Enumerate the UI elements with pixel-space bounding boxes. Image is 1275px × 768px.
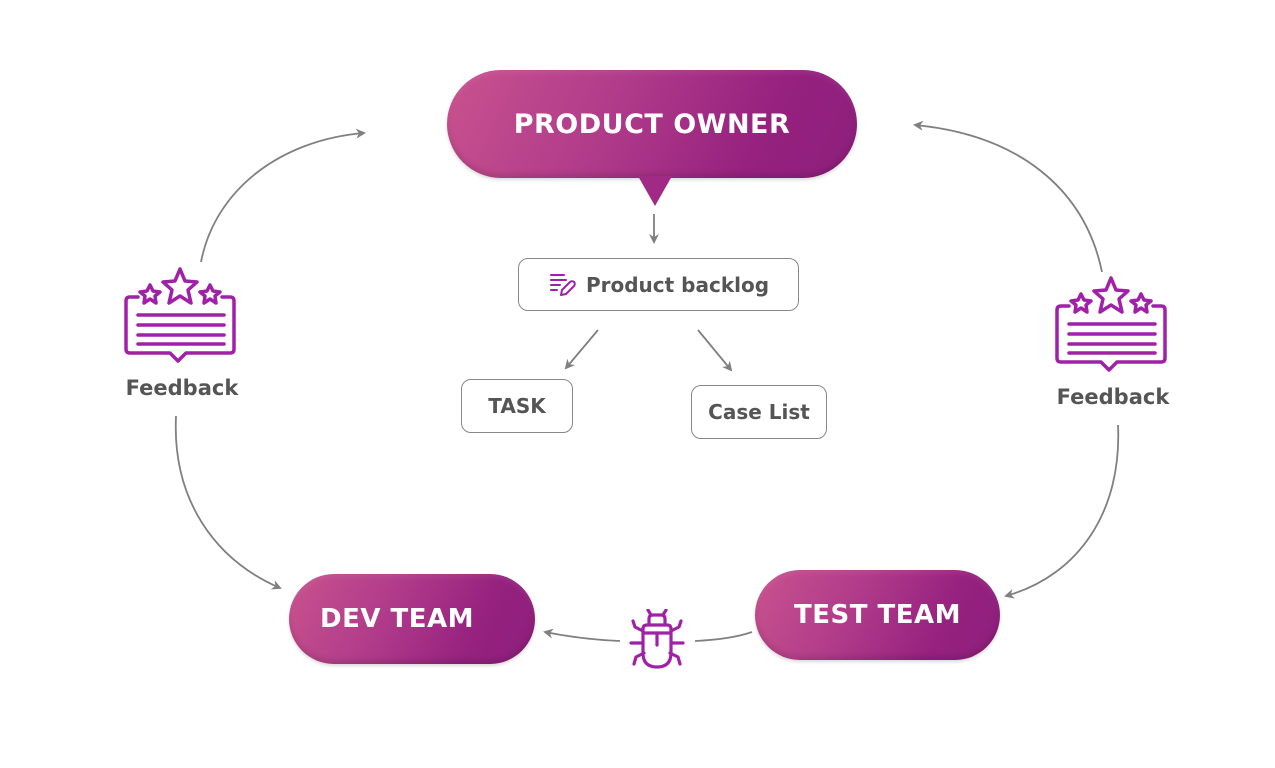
product-owner-pointer: [638, 176, 672, 206]
arrow-backlog-to-case-list: [697, 329, 733, 372]
arrow-feedback-left-to-po: [200, 128, 366, 263]
arrow-feedback-left-to-dev: [174, 415, 282, 590]
arrow-backlog-to-task: [564, 329, 599, 370]
dev-team-node: DEV TEAM: [289, 574, 535, 664]
list-edit-icon: [549, 273, 576, 296]
feedback-left-label: Feedback: [125, 376, 239, 400]
dev-team-label: DEV TEAM: [319, 604, 474, 634]
feedback-right-label: Feedback: [1056, 385, 1170, 409]
arrow-feedback-right-to-test: [1004, 424, 1120, 599]
test-team-label: TEST TEAM: [794, 600, 961, 630]
product-backlog-node: Product backlog: [518, 258, 799, 311]
test-team-node: TEST TEAM: [755, 570, 1000, 660]
product-owner-label: PRODUCT OWNER: [513, 108, 791, 140]
arrow-bug-to-dev: [543, 628, 621, 642]
case-list-label: Case List: [708, 400, 810, 424]
line-test-to-bug: [694, 631, 753, 642]
arrow-feedback-right-to-po: [913, 120, 1103, 273]
task-node: TASK: [461, 379, 573, 433]
task-label: TASK: [488, 394, 546, 418]
feedback-right-icon: [1055, 276, 1167, 372]
bug-icon: [629, 609, 685, 669]
product-backlog-label: Product backlog: [585, 272, 770, 297]
feedback-left-icon: [124, 267, 236, 363]
product-owner-node: PRODUCT OWNER: [447, 70, 857, 178]
case-list-node: Case List: [691, 385, 827, 439]
